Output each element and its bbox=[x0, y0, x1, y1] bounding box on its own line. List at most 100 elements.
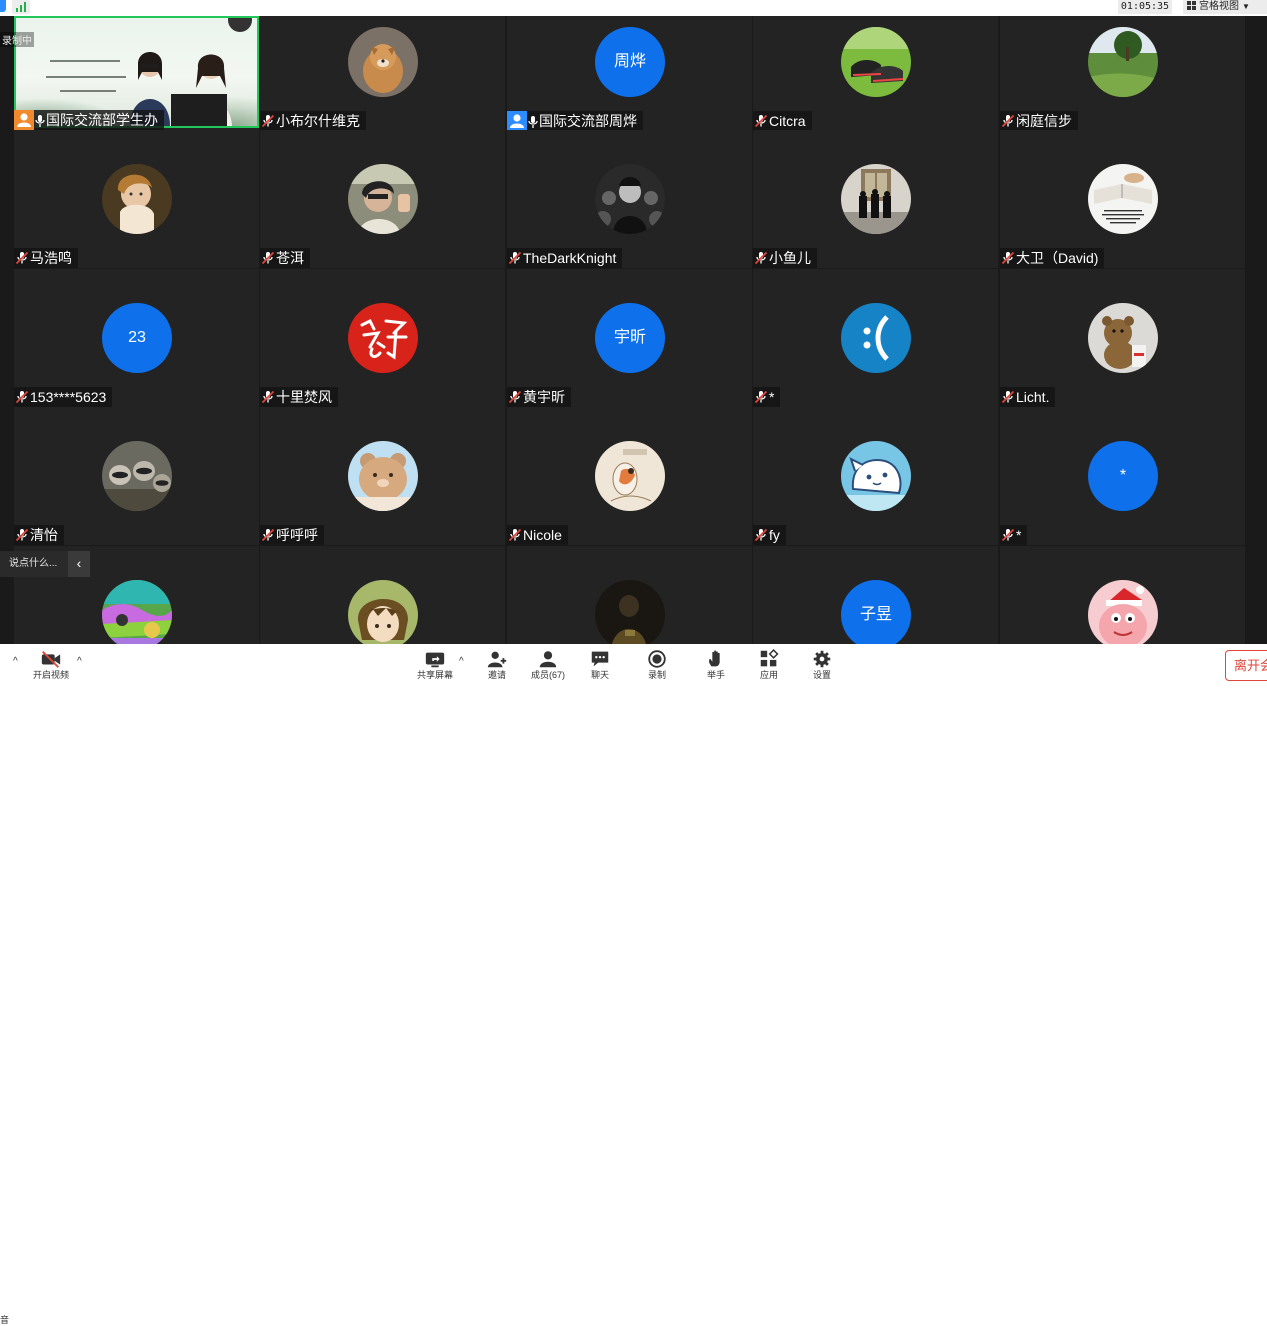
participant-avatar bbox=[102, 164, 172, 234]
start-video-button[interactable]: 开启视频 bbox=[26, 647, 76, 685]
network-signal-icon[interactable] bbox=[12, 0, 30, 14]
mic-muted-icon bbox=[15, 528, 29, 542]
mic-muted-icon bbox=[508, 390, 522, 404]
participant-nameplate: 小布尔什维克 bbox=[260, 111, 366, 131]
chat-button[interactable]: 聊天 bbox=[575, 647, 625, 685]
mic-muted-icon bbox=[15, 251, 29, 265]
participant-tile[interactable]: * * bbox=[1000, 407, 1245, 545]
participant-name: 国际交流部周烨 bbox=[539, 113, 637, 129]
participant-tile[interactable]: 23 153****5623 bbox=[14, 269, 259, 407]
share-options-caret-icon[interactable]: ^ bbox=[459, 656, 464, 667]
members-label: 成员(67) bbox=[530, 670, 565, 680]
avatar-initials: * bbox=[1119, 467, 1127, 484]
meeting-timer: 01:05:35 bbox=[1118, 0, 1172, 14]
gear-icon bbox=[813, 650, 831, 668]
participant-name: 闲庭信步 bbox=[1016, 113, 1072, 129]
participant-tile[interactable]: Citcra bbox=[753, 16, 998, 131]
participant-avatar bbox=[348, 303, 418, 373]
participant-avatar bbox=[1088, 164, 1158, 234]
audio-options-caret-icon[interactable]: ^ bbox=[13, 656, 18, 667]
members-icon bbox=[539, 651, 557, 668]
participant-nameplate: fy bbox=[753, 525, 786, 545]
participant-nameplate: 大卫（David) bbox=[1000, 248, 1105, 268]
leave-meeting-button[interactable]: 离开会 bbox=[1225, 650, 1267, 681]
participant-nameplate: TheDarkKnight bbox=[507, 248, 623, 268]
participant-avatar bbox=[1088, 27, 1158, 97]
participant-tile[interactable]: 周烨国际交流部周烨 bbox=[507, 16, 752, 131]
participant-avatar bbox=[102, 441, 172, 511]
video-options-caret-icon[interactable]: ^ bbox=[77, 656, 82, 667]
participant-tile[interactable]: 大卫（David) bbox=[1000, 130, 1245, 268]
mic-muted-icon bbox=[1001, 251, 1015, 265]
participant-nameplate: Nicole bbox=[507, 525, 568, 545]
participant-name: 十里焚风 bbox=[276, 389, 332, 405]
slide-text-line bbox=[50, 60, 120, 62]
participant-name: 苍洱 bbox=[276, 250, 304, 266]
participant-avatar bbox=[348, 164, 418, 234]
participant-nameplate: 苍洱 bbox=[260, 248, 310, 268]
comment-placeholder: 说点什么... bbox=[9, 558, 58, 569]
members-button[interactable]: 成员(67) bbox=[523, 647, 573, 685]
apps-button[interactable]: 应用 bbox=[744, 647, 794, 685]
participant-tile[interactable]: Nicole bbox=[507, 407, 752, 545]
mic-muted-icon bbox=[754, 390, 768, 404]
participant-nameplate: Citcra bbox=[753, 111, 812, 131]
raise-hand-icon bbox=[709, 650, 720, 667]
collapse-chevron-icon[interactable]: ‹ bbox=[68, 551, 90, 577]
slide-text-line bbox=[46, 76, 126, 78]
recording-indicator: 录制中 bbox=[0, 32, 34, 47]
participant-nameplate: 清怡 bbox=[14, 525, 64, 545]
mic-muted-icon bbox=[754, 114, 768, 128]
participant-nameplate: 闲庭信步 bbox=[1000, 111, 1078, 131]
participant-tile[interactable]: 宇昕 黄宇昕 bbox=[507, 269, 752, 407]
participant-tile[interactable] bbox=[1000, 546, 1245, 644]
invite-button[interactable]: 邀请 bbox=[472, 647, 522, 685]
participant-name: Licht. bbox=[1016, 389, 1050, 405]
participant-avatar bbox=[102, 580, 172, 644]
participant-name: 国际交流部学生办 bbox=[46, 112, 158, 128]
participant-tile[interactable]: 十里焚风 bbox=[260, 269, 505, 407]
top-bar: 01:05:35 宫格视图 ▼ bbox=[0, 0, 1267, 16]
participant-tile[interactable]: 小布尔什维克 bbox=[260, 16, 505, 131]
host-user-icon bbox=[14, 110, 34, 130]
chevron-down-icon: ▼ bbox=[1242, 2, 1250, 11]
view-switch-button[interactable]: 宫格视图 ▼ bbox=[1183, 0, 1267, 14]
participant-tile[interactable]: TheDarkKnight bbox=[507, 130, 752, 268]
participant-tile[interactable]: 小鱼儿 bbox=[753, 130, 998, 268]
logo-circle-decoration bbox=[228, 18, 252, 32]
raise-hand-button[interactable]: 举手 bbox=[691, 647, 741, 685]
participant-avatar bbox=[841, 164, 911, 234]
participant-tile[interactable]: 马浩鸣 bbox=[14, 130, 259, 268]
participant-nameplate: 呼呼呼 bbox=[260, 525, 324, 545]
participant-avatar: 周烨 bbox=[595, 27, 665, 97]
participant-tile[interactable] bbox=[507, 546, 752, 644]
participant-tile[interactable]: * bbox=[753, 269, 998, 407]
mic-muted-icon bbox=[15, 390, 29, 404]
raise-hand-label: 举手 bbox=[706, 670, 725, 680]
share-screen-button[interactable]: 共享屏幕 bbox=[410, 647, 460, 685]
participant-tile[interactable]: 呼呼呼 bbox=[260, 407, 505, 545]
participant-tile[interactable]: 清怡 bbox=[14, 407, 259, 545]
participant-tile[interactable]: 子昱 bbox=[753, 546, 998, 644]
participant-tile[interactable]: 闲庭信步 bbox=[1000, 16, 1245, 131]
participant-tile[interactable]: 苍洱 bbox=[260, 130, 505, 268]
apps-icon bbox=[760, 649, 779, 667]
comment-box[interactable]: 说点什么... ‹ bbox=[0, 551, 90, 577]
participant-avatar bbox=[841, 441, 911, 511]
participant-tile[interactable]: Licht. bbox=[1000, 269, 1245, 407]
participant-tile[interactable]: 国际交流部学生办 bbox=[14, 16, 259, 130]
start-video-label: 开启视频 bbox=[32, 670, 69, 680]
participant-tile[interactable] bbox=[260, 546, 505, 644]
meeting-toolbar: 音 ^ 开启视频 ^ 共享屏幕 ^ 邀请 成员(67) 聊天 录制 举手 应用 … bbox=[0, 644, 1267, 1325]
mic-muted-icon bbox=[1001, 528, 1015, 542]
record-button[interactable]: 录制 bbox=[632, 647, 682, 685]
settings-button[interactable]: 设置 bbox=[797, 647, 847, 685]
participant-nameplate: 黄宇昕 bbox=[507, 387, 571, 407]
participant-name: * bbox=[769, 389, 775, 405]
participant-nameplate: 国际交流部学生办 bbox=[14, 110, 164, 130]
invite-icon bbox=[487, 651, 507, 668]
participant-name: fy bbox=[769, 527, 780, 543]
participant-avatar bbox=[841, 27, 911, 97]
security-shield-icon[interactable] bbox=[0, 0, 6, 12]
participant-tile[interactable]: fy bbox=[753, 407, 998, 545]
